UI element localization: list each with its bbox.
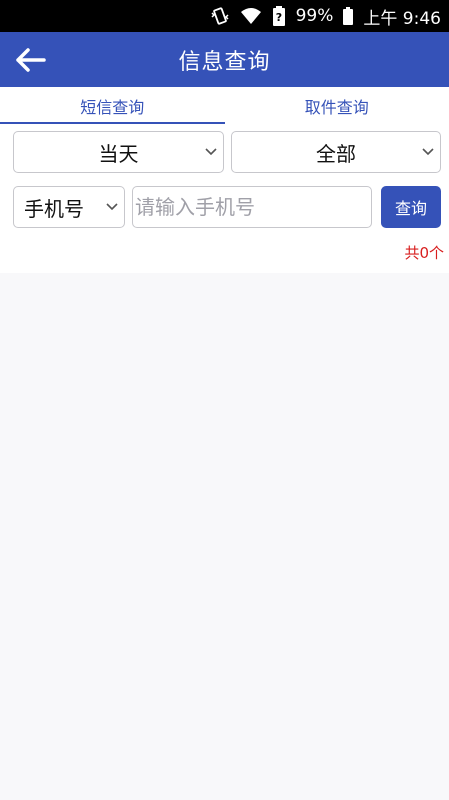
vibrate-icon [210, 6, 230, 26]
chevron-down-icon [422, 146, 434, 158]
clock: 上午 9:46 [363, 8, 441, 29]
battery-percent: 99% [295, 6, 334, 26]
battery-level-icon [343, 7, 354, 25]
wifi-icon [240, 7, 262, 25]
search-type-select[interactable]: 手机号 [13, 186, 125, 228]
result-count-row: 共0个 [0, 236, 449, 273]
battery-icon: ? [272, 6, 286, 26]
svg-text:?: ? [275, 11, 281, 24]
type-select[interactable]: 全部 [231, 131, 441, 173]
search-type-select-value: 手机号 [24, 196, 84, 221]
query-button[interactable]: 查询 [381, 186, 441, 228]
result-count: 共0个 [404, 244, 444, 262]
phone-search-input[interactable] [135, 187, 371, 227]
type-select-value: 全部 [316, 141, 356, 166]
status-bar: ? 99% 上午 9:46 [0, 0, 449, 32]
tab-bar: 短信查询 取件查询 [0, 87, 449, 124]
date-select-value: 当天 [98, 141, 139, 166]
chevron-down-icon [205, 146, 217, 158]
phone-input-wrapper [132, 186, 372, 228]
filter-panel: 当天 全部 手机号 查询 [0, 124, 449, 236]
tab-pickup-query[interactable]: 取件查询 [225, 87, 449, 124]
app-bar: 信息查询 [0, 32, 449, 87]
back-button[interactable] [12, 42, 48, 78]
page-title: 信息查询 [178, 49, 271, 75]
arrow-left-icon [16, 48, 46, 72]
result-list [0, 273, 449, 800]
chevron-down-icon [106, 201, 118, 213]
date-select[interactable]: 当天 [13, 131, 224, 173]
tab-sms-query[interactable]: 短信查询 [0, 87, 225, 124]
